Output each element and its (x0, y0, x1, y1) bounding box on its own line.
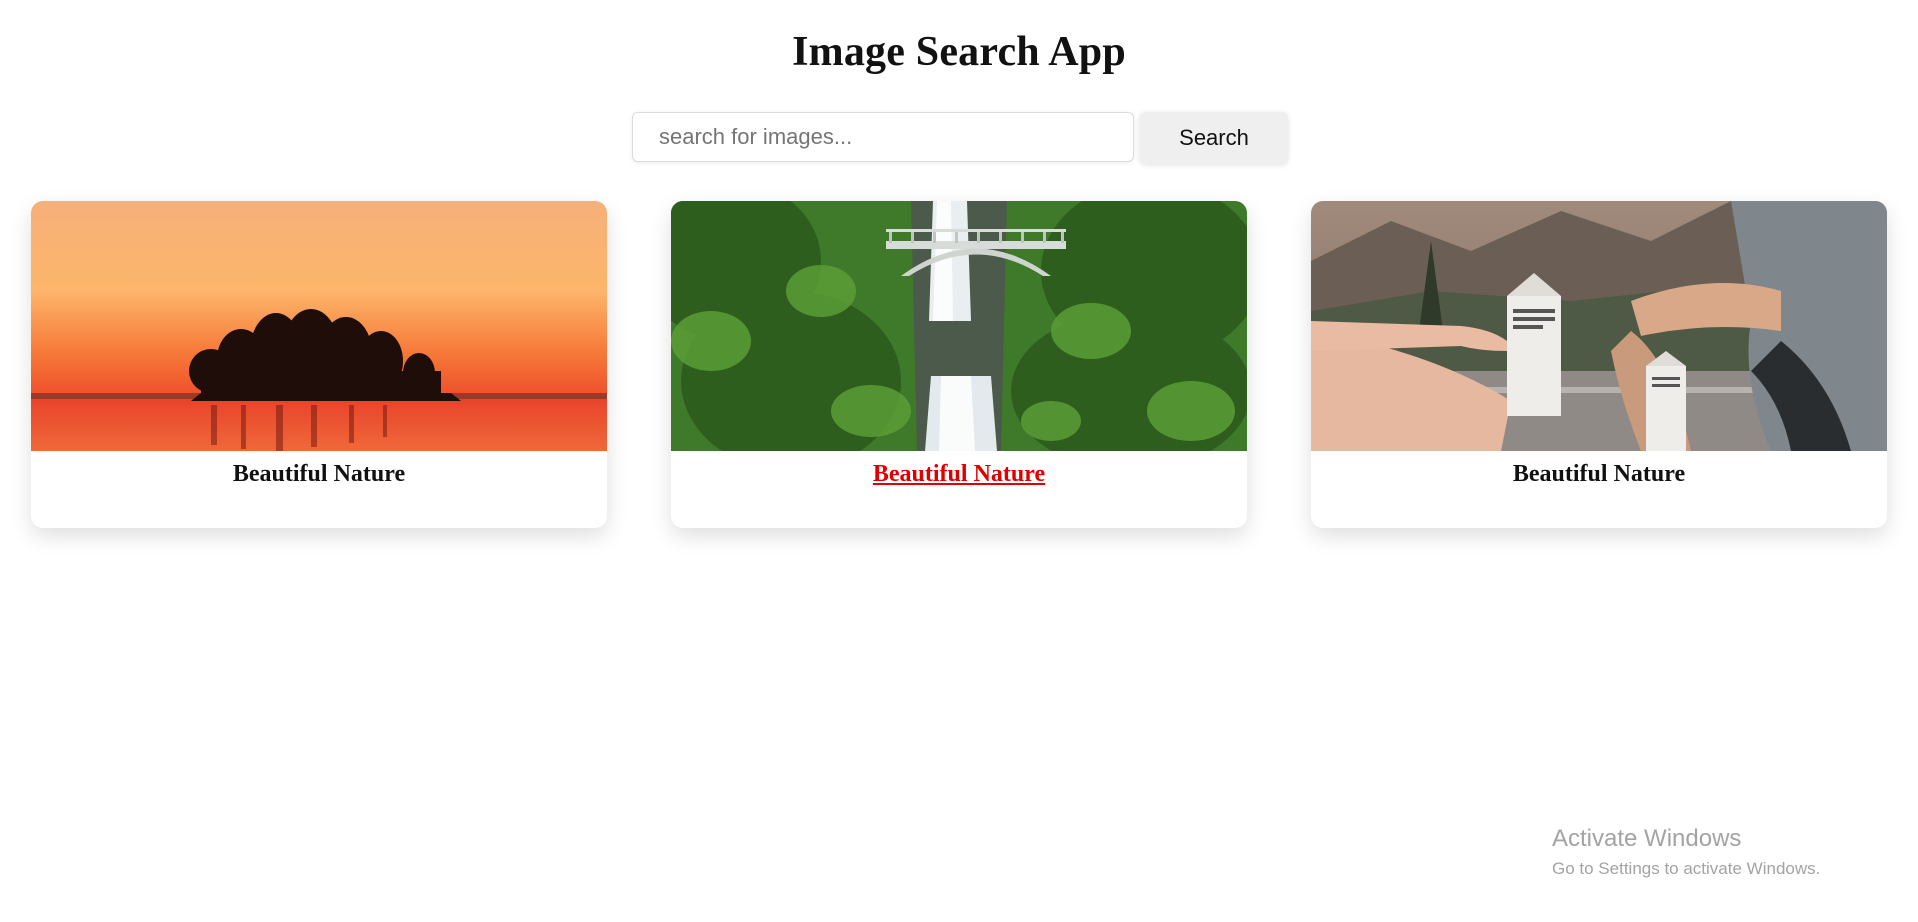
result-image-people-water-cartons[interactable] (1311, 201, 1887, 451)
result-card: Beautiful Nature (671, 201, 1247, 528)
search-form: Search (632, 112, 1288, 164)
search-input[interactable] (632, 112, 1134, 162)
result-image-waterfall[interactable] (671, 201, 1247, 451)
watermark-title: Activate Windows (1552, 825, 1742, 852)
result-card: Beautiful Nature (31, 201, 607, 528)
result-title-link[interactable]: Beautiful Nature (1311, 461, 1887, 488)
result-image-sunset[interactable] (31, 201, 607, 451)
page-title: Image Search App (792, 29, 1126, 75)
result-title-link[interactable]: Beautiful Nature (671, 461, 1247, 488)
watermark-subtitle: Go to Settings to activate Windows. (1552, 859, 1821, 878)
result-card: Beautiful Nature (1311, 201, 1887, 528)
result-title-link[interactable]: Beautiful Nature (31, 461, 607, 488)
search-button[interactable]: Search (1140, 112, 1288, 164)
windows-activation-watermark: Activate Windows Go to Settings to activ… (1552, 825, 1820, 879)
